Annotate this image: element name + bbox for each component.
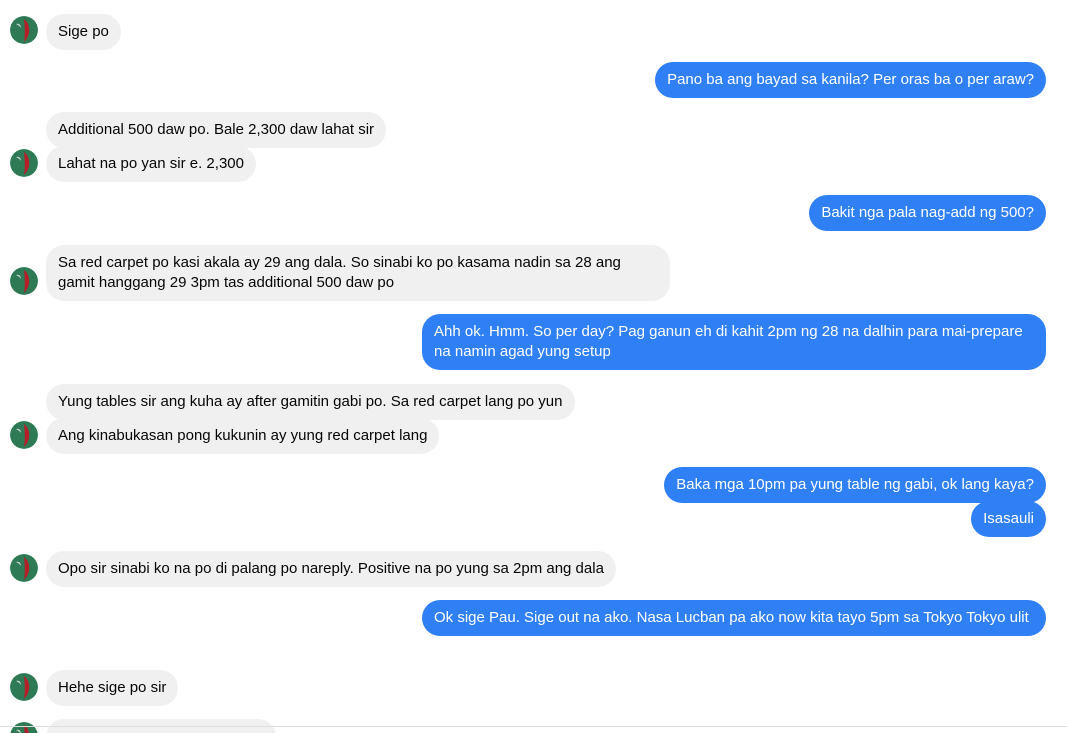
message-outgoing[interactable]: Isasauli <box>971 501 1046 537</box>
message-incoming[interactable]: Yung tables sir ang kuha ay after gamiti… <box>46 384 575 420</box>
composer-divider <box>0 726 1067 727</box>
message-outgoing[interactable]: Ok sige Pau. Sige out na ako. Nasa Lucba… <box>422 600 1046 636</box>
contact-avatar-icon[interactable] <box>10 554 38 582</box>
message-incoming[interactable]: Sa red carpet po kasi akala ay 29 ang da… <box>46 245 670 301</box>
message-incoming[interactable]: Sige po <box>46 14 121 50</box>
chat-thread: Sige po Pano ba ang bayad sa kanila? Per… <box>0 0 1067 733</box>
message-outgoing[interactable]: Bakit nga pala nag-add ng 500? <box>809 195 1046 231</box>
message-incoming[interactable]: Additional 500 daw po. Bale 2,300 daw la… <box>46 112 387 148</box>
message-outgoing[interactable]: Ahh ok. Hmm. So per day? Pag ganun eh di… <box>422 314 1046 370</box>
message-incoming[interactable]: Opo sir sinabi ko na po di palang po nar… <box>46 551 616 587</box>
contact-avatar-icon[interactable] <box>10 722 38 733</box>
contact-avatar-icon[interactable] <box>10 421 38 449</box>
message-incoming[interactable]: Ang kinabukasan pong kukunin ay yung red… <box>46 418 440 454</box>
contact-avatar-icon[interactable] <box>10 673 38 701</box>
message-incoming[interactable]: Lahat na po yan sir e. 2,300 <box>46 146 256 182</box>
message-outgoing[interactable]: Pano ba ang bayad sa kanila? Per oras ba… <box>655 62 1046 98</box>
message-outgoing[interactable]: Baka mga 10pm pa yung table ng gabi, ok … <box>664 467 1046 503</box>
contact-avatar-icon[interactable] <box>10 267 38 295</box>
message-incoming[interactable]: Hehe sige po sir <box>46 670 179 706</box>
contact-avatar-icon[interactable] <box>10 149 38 177</box>
contact-avatar-icon[interactable] <box>10 16 38 44</box>
